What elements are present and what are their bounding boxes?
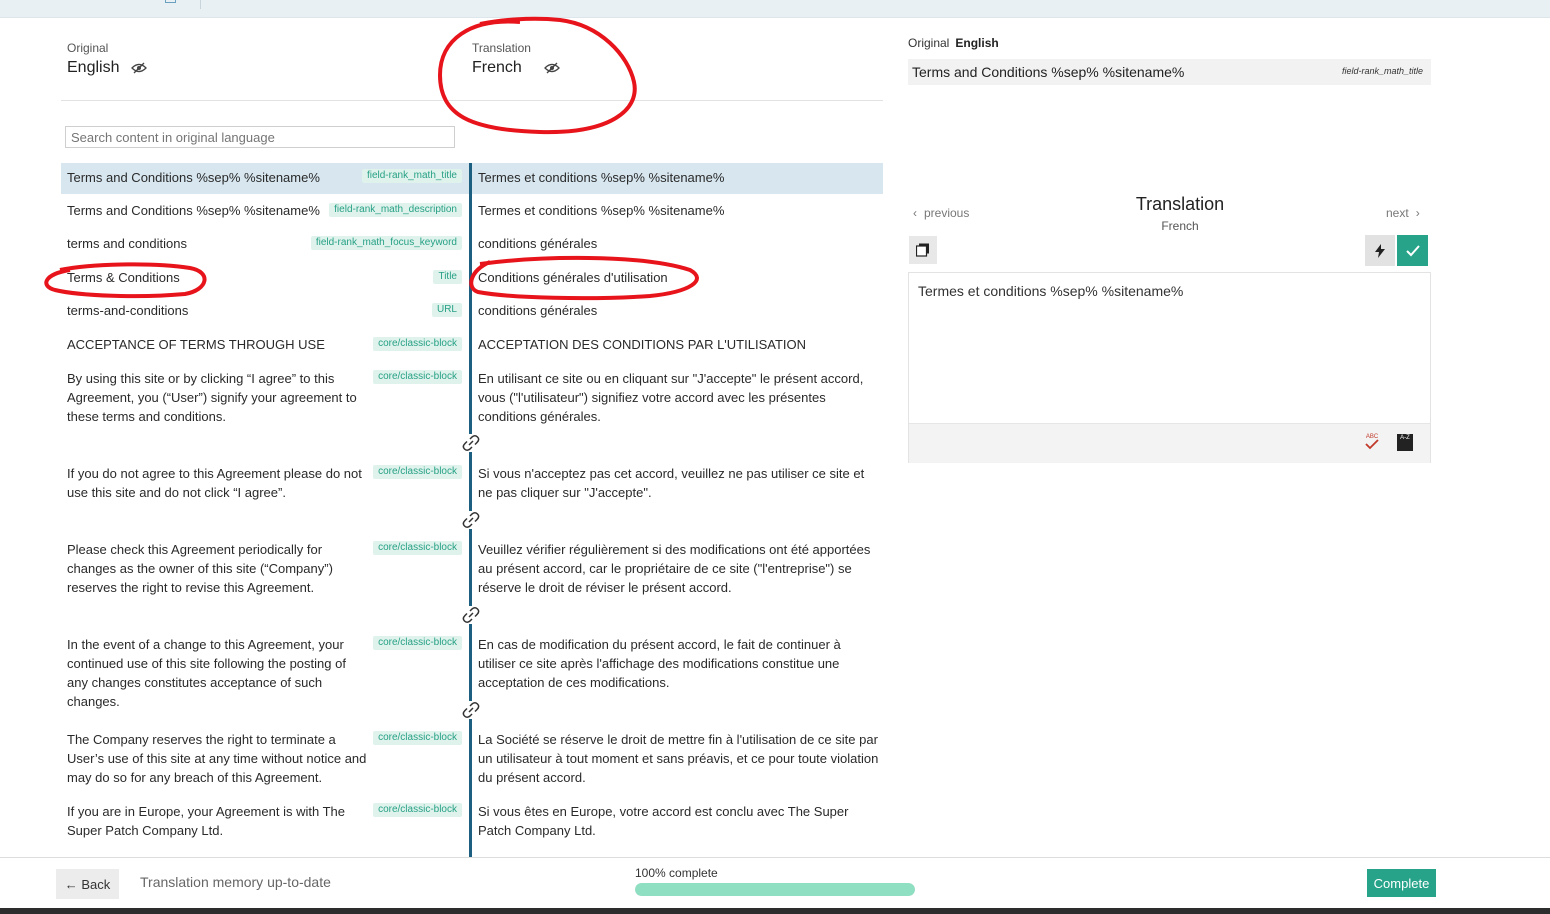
link-segments-icon[interactable] bbox=[461, 701, 481, 719]
glossary-label: A-Z bbox=[1400, 435, 1410, 441]
translated-text: conditions générales bbox=[478, 236, 598, 251]
panel-language: French bbox=[1161, 219, 1199, 233]
translation-memory-status: Translation memory up-to-date bbox=[140, 874, 331, 890]
original-text: If you do not agree to this Agreement pl… bbox=[67, 466, 362, 500]
original-text: If you are in Europe, your Agreement is … bbox=[67, 804, 345, 838]
toolbar-separator bbox=[200, 0, 201, 9]
search-input[interactable] bbox=[65, 126, 455, 148]
translation-editor[interactable]: Termes et conditions %sep% %sitename% AB… bbox=[908, 272, 1431, 463]
source-text-box: Terms and Conditions %sep% %sitename% fi… bbox=[908, 59, 1431, 85]
bottom-strip bbox=[0, 908, 1550, 914]
segment-tag: core/classic-block bbox=[373, 370, 462, 384]
original-text: The Company reserves the right to termin… bbox=[67, 732, 367, 785]
progress-bar bbox=[635, 883, 915, 896]
link-segments-icon[interactable] bbox=[461, 434, 481, 452]
hide-eye-icon[interactable] bbox=[131, 62, 148, 74]
back-button[interactable]: ← Back bbox=[56, 869, 119, 899]
panel-original-language: English bbox=[955, 36, 999, 50]
copy-source-button[interactable] bbox=[909, 236, 937, 264]
segment-tag: core/classic-block bbox=[373, 541, 462, 555]
translated-text: Termes et conditions %sep% %sitename% bbox=[478, 203, 725, 218]
segment-tag: core/classic-block bbox=[373, 731, 462, 745]
translated-text: Si vous n'acceptez pas cet accord, veuil… bbox=[478, 466, 865, 500]
link-segments-icon[interactable] bbox=[461, 511, 481, 529]
panel-original-header: Original English bbox=[908, 36, 999, 50]
previous-label: previous bbox=[924, 206, 970, 220]
segment-tag: field-rank_math_description bbox=[329, 203, 462, 217]
lightning-icon bbox=[1375, 243, 1385, 258]
original-text: By using this site or by clicking “I agr… bbox=[67, 371, 357, 424]
translation-language-header: Translation French bbox=[472, 41, 560, 77]
segment-tag: Title bbox=[433, 270, 462, 284]
segment-tag: core/classic-block bbox=[373, 465, 462, 479]
segment-row[interactable]: Terms & Conditions Title Conditions géné… bbox=[61, 263, 883, 296]
panel-title: Translation bbox=[1135, 194, 1225, 214]
translation-language-name: French bbox=[472, 59, 522, 76]
original-text: In the event of a change to this Agreeme… bbox=[67, 637, 346, 709]
progress-bar-fill bbox=[635, 883, 915, 896]
progress-label: 100% complete bbox=[635, 866, 718, 880]
previous-segment-button[interactable]: ‹ previous bbox=[913, 206, 969, 220]
segment-row[interactable]: terms-and-conditions URL conditions géné… bbox=[61, 296, 883, 329]
segment-tag: core/classic-block bbox=[373, 337, 462, 351]
translated-text: Termes et conditions %sep% %sitename% bbox=[478, 170, 725, 185]
segment-tag: core/classic-block bbox=[373, 803, 462, 817]
copy-icon bbox=[916, 243, 929, 257]
translation-caption: Translation bbox=[472, 41, 531, 55]
translated-text: En utilisant ce site ou en cliquant sur … bbox=[478, 371, 864, 424]
translated-text: Veuillez vérifier régulièrement si des m… bbox=[478, 542, 871, 595]
confirm-translation-button[interactable] bbox=[1397, 235, 1428, 266]
segment-row[interactable]: ACCEPTANCE OF TERMS THROUGH USE core/cla… bbox=[61, 330, 883, 363]
original-language-header: Original English bbox=[67, 41, 148, 77]
header-divider bbox=[61, 100, 883, 101]
next-label: next bbox=[1386, 206, 1409, 220]
original-text: Terms & Conditions bbox=[67, 270, 180, 285]
chevron-right-icon: › bbox=[1415, 206, 1420, 220]
segment-tag: field-rank_math_focus_keyword bbox=[310, 236, 462, 250]
original-caption: Original bbox=[67, 41, 109, 55]
translated-text: Si vous êtes en Europe, votre accord est… bbox=[478, 804, 849, 838]
editor-toolbar: ABC A-Z bbox=[909, 423, 1430, 463]
glossary-icon[interactable]: A-Z bbox=[1397, 434, 1413, 451]
column-divider bbox=[469, 163, 472, 857]
chevron-left-icon: ‹ bbox=[913, 206, 917, 220]
segment-tag: URL bbox=[431, 303, 462, 317]
segment-row[interactable]: If you do not agree to this Agreement pl… bbox=[61, 458, 883, 504]
segment-row[interactable]: If you are in Europe, your Agreement is … bbox=[61, 796, 883, 842]
translated-text: conditions générales bbox=[478, 303, 598, 318]
segment-row[interactable]: Please check this Agreement periodically… bbox=[61, 534, 883, 599]
segment-row[interactable]: terms and conditions field-rank_math_foc… bbox=[61, 229, 883, 262]
segment-row[interactable]: Terms and Conditions %sep% %sitename% fi… bbox=[61, 163, 883, 194]
spellcheck-label: ABC bbox=[1366, 434, 1379, 440]
machine-translate-button[interactable] bbox=[1365, 235, 1395, 266]
spellcheck-icon[interactable]: ABC bbox=[1363, 432, 1381, 452]
segment-row[interactable]: By using this site or by clicking “I agr… bbox=[61, 363, 883, 428]
translated-text: En cas de modification du présent accord… bbox=[478, 637, 841, 690]
document-icon[interactable] bbox=[165, 0, 176, 3]
hide-eye-icon[interactable] bbox=[543, 62, 560, 74]
translated-text: Conditions générales d'utilisation bbox=[478, 270, 668, 285]
translated-text: La Société se réserve le droit de mettre… bbox=[478, 732, 879, 785]
segment-row[interactable]: In the event of a change to this Agreeme… bbox=[61, 629, 883, 709]
original-language-name: English bbox=[67, 59, 120, 76]
source-tag: field-rank_math_title bbox=[1341, 66, 1423, 76]
footer-bar: ← Back Translation memory up-to-date 100… bbox=[0, 857, 1550, 908]
next-segment-button[interactable]: next › bbox=[1386, 206, 1420, 220]
segment-tag: core/classic-block bbox=[373, 636, 462, 650]
complete-button[interactable]: Complete bbox=[1367, 869, 1436, 897]
link-segments-icon[interactable] bbox=[461, 606, 481, 624]
original-text: terms-and-conditions bbox=[67, 303, 189, 318]
translated-text: ACCEPTATION DES CONDITIONS PAR L'UTILISA… bbox=[478, 337, 807, 352]
translation-editor-text[interactable]: Termes et conditions %sep% %sitename% bbox=[918, 283, 1183, 299]
segment-tag: field-rank_math_title bbox=[361, 169, 462, 183]
top-bar bbox=[0, 0, 1550, 18]
segment-row[interactable]: The Company reserves the right to termin… bbox=[61, 724, 883, 789]
checkmark-icon bbox=[1405, 244, 1420, 256]
source-text: Terms and Conditions %sep% %sitename% bbox=[912, 64, 1185, 80]
original-text: Please check this Agreement periodically… bbox=[67, 542, 333, 595]
panel-original-caption: Original bbox=[908, 36, 950, 50]
segment-row[interactable]: Terms and Conditions %sep% %sitename% fi… bbox=[61, 196, 883, 229]
